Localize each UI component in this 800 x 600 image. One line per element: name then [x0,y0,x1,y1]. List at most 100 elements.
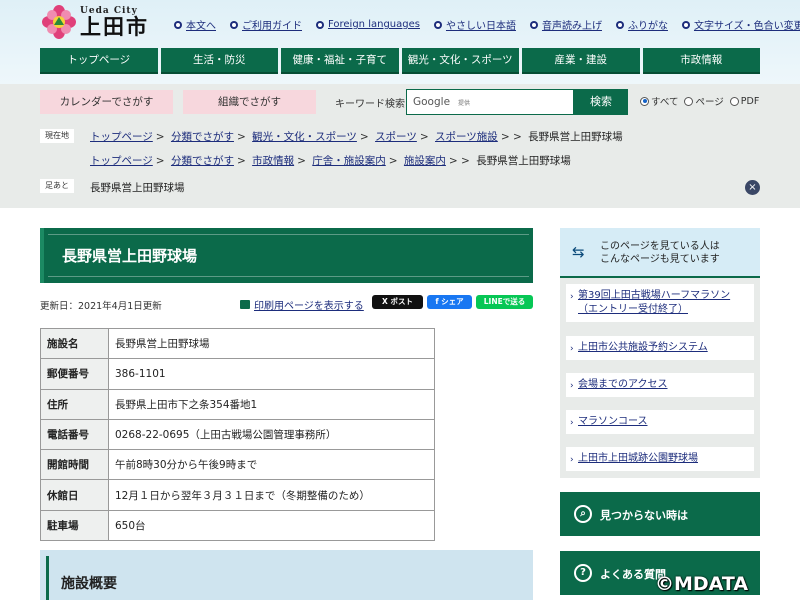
not-found-button[interactable]: ⌕ 見つからない時は [560,492,760,536]
chevron-right-icon: › [570,381,574,391]
crumb-link[interactable]: 分類でさがす [171,131,234,143]
updated-date: 更新日：2021年4月1日更新 [40,301,162,312]
trail-tag: 足あと [40,179,74,193]
facility-info-table: 施設名 長野県営上田野球場 郵便番号 386-1101 住所 長野県上田市下之条354… [40,327,435,542]
breadcrumb-1: トップページ > 分類でさがす > 観光・文化・スポーツ > スポーツ > スポーツ施設… [90,131,623,143]
site-header: Ueda City 上田市 本文へ ご利用ガイド Foreign languag… [0,0,800,84]
table-row: 開館時間 午前8時30分から午後9時まで [40,449,435,481]
section-title: 施設概要 [61,576,117,592]
row-label: 住所 [40,388,109,420]
crumb-current: 長野県営上田野球場 [476,155,571,167]
print-link[interactable]: 印刷用ページを表示する [240,297,364,312]
radio-checked-icon [640,96,649,106]
current-location-tag: 現在地 [40,129,74,143]
table-row: 施設名 長野県営上田野球場 [40,327,435,360]
bullet-icon [681,20,690,29]
line-send-button[interactable]: LINEで送る [476,295,533,309]
gnav-city-info[interactable]: 市政情報 [642,48,760,74]
list-item[interactable]: › 上田市公共施設予約システム [566,336,754,360]
related-pages-list: › 第39回上田古戦場ハーフマラソン（エントリー受付終了） › 上田市公共施設予約シ… [560,278,760,478]
row-label: 電話番号 [40,418,109,451]
list-item[interactable]: › 上田市上田城跡公園野球場 [566,447,754,471]
radio-pdf[interactable]: PDF [729,94,759,108]
crumb-link[interactable]: スポーツ施設 [435,131,498,143]
bullet-icon [529,20,538,29]
row-label: 郵便番号 [40,358,109,390]
org-search-button[interactable]: 組織でさがす [183,90,316,114]
keyword-label: キーワード検索 [335,99,405,110]
bullet-icon [615,20,624,29]
page-title: 長野県営上田野球場 [62,247,198,265]
row-label: 休館日 [40,479,109,511]
link-easy-japanese[interactable]: やさしい日本語 [433,17,516,32]
table-row: 住所 長野県上田市下之条354番地1 [40,388,435,420]
x-post-button[interactable]: X ポスト [372,295,423,309]
google-label: Google [413,96,451,108]
radio-unchecked-icon [684,96,694,106]
row-value: 386-1101 [108,358,435,390]
row-value: 650台 [108,509,435,542]
table-row: 電話番号 0268-22-0695（上田古戦場公園管理事務所） [40,418,435,451]
row-value: 12月１日から翌年３月３１日まで（冬期整備のため） [108,479,435,511]
site-logo[interactable]: Ueda City 上田市 [42,5,149,39]
bullet-icon [230,20,238,29]
crumb-link[interactable]: 観光・文化・スポーツ [252,131,357,143]
google-sub-label: 提供 [458,99,471,107]
radio-all[interactable]: すべて [640,94,678,108]
breadcrumb-2: トップページ > 分類でさがす > 市政情報 > 庁舎・施設案内 > 施設案内 > > 長… [90,155,571,167]
link-skip-to-content[interactable]: 本文へ [174,17,216,32]
link-foreign-languages[interactable]: Foreign languages [316,17,420,32]
keyword-search-input[interactable]: Google 提供 [406,89,574,115]
trail-item[interactable]: 長野県営上田野球場 [90,180,185,195]
row-value: 0268-22-0695（上田古戦場公園管理事務所） [108,418,435,451]
related-head-line2: こんなページも見ています [600,254,720,265]
list-item[interactable]: › 会場までのアクセス [566,373,754,397]
link-text-size-color[interactable]: 文字サイズ・色合い変更 [681,17,800,32]
radio-unchecked-icon [729,96,739,106]
close-icon[interactable]: × [745,180,760,195]
gnav-industry[interactable]: 産業・建設 [522,48,640,74]
search-document-icon: ⌕ [574,505,592,523]
chevron-right-icon: › [570,418,574,428]
crumb-link[interactable]: 分類でさがす [171,155,234,167]
row-label: 開館時間 [40,449,109,481]
gnav-life[interactable]: 生活・防災 [160,48,278,74]
crumb-link[interactable]: トップページ [90,131,153,143]
crumb-link[interactable]: 市政情報 [252,155,294,167]
gnav-tourism[interactable]: 観光・文化・スポーツ [401,48,519,74]
list-item[interactable]: › マラソンコース [566,410,754,434]
question-icon: ? [574,564,592,582]
gnav-top[interactable]: トップページ [40,48,158,74]
crumb-link[interactable]: スポーツ [375,131,417,143]
radio-page[interactable]: ページ [684,94,724,108]
facebook-share-button[interactable]: f シェア [427,295,472,309]
row-label: 駐車場 [40,509,109,542]
watermark: ©MDATA [655,573,749,595]
swap-arrows-icon: ⇆ [572,243,585,261]
link-furigana[interactable]: ふりがな [615,17,668,32]
table-row: 駐車場 650台 [40,509,435,542]
bullet-icon [433,20,442,29]
global-nav: トップページ 生活・防災 健康・福祉・子育て 観光・文化・スポーツ 産業・建設 … [40,48,760,74]
bullet-icon [316,20,324,29]
city-emblem-icon [42,5,76,39]
bullet-icon [174,20,182,29]
table-row: 休館日 12月１日から翌年３月３１日まで（冬期整備のため） [40,479,435,511]
calendar-search-button[interactable]: カレンダーでさがす [40,90,173,114]
row-value: 長野県営上田野球場 [108,327,435,360]
link-guide[interactable]: ご利用ガイド [230,17,302,32]
gnav-health[interactable]: 健康・福祉・子育て [281,48,399,74]
crumb-link[interactable]: 庁舎・施設案内 [312,155,386,167]
row-label: 施設名 [40,327,109,360]
crumb-link[interactable]: トップページ [90,155,153,167]
list-item[interactable]: › 第39回上田古戦場ハーフマラソン（エントリー受付終了） [566,284,754,322]
related-head-line1: このページを見ている人は [600,241,720,252]
search-button[interactable]: 検索 [574,89,628,115]
page-title-block: 長野県営上田野球場 [40,228,533,283]
chevron-right-icon: › [570,344,574,354]
utility-links: 本文へ ご利用ガイド Foreign languages やさしい日本語 音声読… [174,17,800,32]
related-pages-header: ⇆ このページを見ている人は こんなページも見ています [560,228,760,278]
crumb-link[interactable]: 施設案内 [404,155,446,167]
link-read-aloud[interactable]: 音声読み上げ [529,17,602,32]
section-overview: 施設概要 [40,550,533,600]
